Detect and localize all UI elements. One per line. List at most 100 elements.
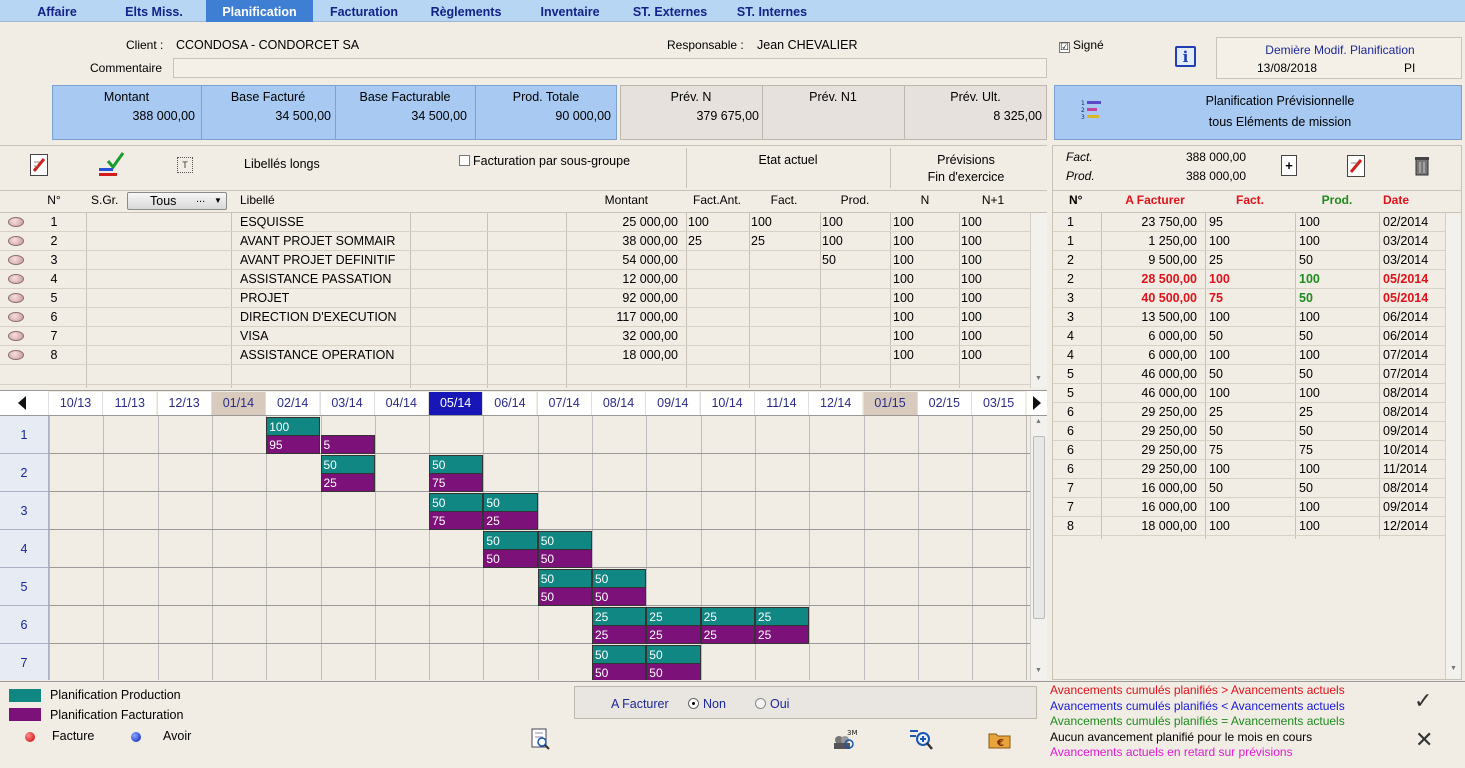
plan-row[interactable]: 4 6 000,00 100 100 07/2014 bbox=[1053, 346, 1445, 365]
fact-bar[interactable]: 50 bbox=[646, 663, 701, 680]
zoom-in-icon[interactable] bbox=[908, 728, 934, 750]
text-frame-icon[interactable]: T bbox=[177, 157, 193, 173]
tab-st-externes[interactable]: ST. Externes bbox=[624, 0, 716, 22]
fact-bar[interactable]: 75 bbox=[429, 473, 484, 492]
table-row[interactable]: 6 DIRECTION D'EXECUTION 117 000,00 100 100 bbox=[0, 308, 1030, 327]
comment-bubble-icon[interactable] bbox=[8, 274, 24, 284]
prod-bar[interactable]: 25 bbox=[754, 607, 810, 626]
gantt-scrollbar[interactable]: ▲ ▼ bbox=[1030, 416, 1047, 680]
signe-checkbox[interactable]: ☑ Signé bbox=[1059, 38, 1104, 53]
plan-row[interactable]: 3 40 500,00 75 50 05/2014 bbox=[1053, 289, 1445, 308]
month-11[interactable]: 09/14 bbox=[645, 392, 700, 415]
plan-row[interactable]: 4 6 000,00 50 50 06/2014 bbox=[1053, 327, 1445, 346]
scroll-thumb[interactable] bbox=[1033, 436, 1045, 619]
prod-bar[interactable]: 25 bbox=[592, 607, 647, 626]
tab-planification[interactable]: Planification bbox=[206, 0, 313, 22]
month-16[interactable]: 02/15 bbox=[916, 392, 971, 415]
edit-icon[interactable] bbox=[30, 154, 48, 176]
info-icon[interactable]: i bbox=[1175, 46, 1196, 67]
fact-bar[interactable]: 75 bbox=[429, 511, 484, 530]
prod-bar[interactable]: 50 bbox=[429, 493, 484, 512]
cancel-x-icon[interactable]: ✕ bbox=[1415, 727, 1433, 753]
prod-bar[interactable]: 50 bbox=[592, 569, 647, 588]
scroll-up-icon[interactable]: ▲ bbox=[1035, 418, 1042, 425]
radio-oui[interactable]: Oui bbox=[755, 697, 789, 711]
plan-prev-button[interactable]: 123 Planification Prévisionnelle tous El… bbox=[1054, 85, 1462, 140]
add-document-icon[interactable]: + bbox=[1281, 155, 1297, 176]
fact-bar[interactable]: 25 bbox=[483, 511, 538, 530]
comment-bubble-icon[interactable] bbox=[8, 350, 24, 360]
month-1[interactable]: 11/13 bbox=[102, 392, 157, 415]
table-scrollbar[interactable]: ▼ bbox=[1030, 213, 1047, 388]
fact-bar[interactable]: 50 bbox=[537, 549, 592, 568]
month-10[interactable]: 08/14 bbox=[591, 392, 645, 415]
planning-scrollbar[interactable]: ▼ bbox=[1445, 213, 1461, 679]
month-0[interactable]: 10/13 bbox=[48, 392, 102, 415]
month-9[interactable]: 07/14 bbox=[536, 392, 591, 415]
scroll-down-icon[interactable]: ▼ bbox=[1035, 375, 1042, 382]
plan-row[interactable]: 7 16 000,00 50 50 08/2014 bbox=[1053, 479, 1445, 498]
month-4[interactable]: 02/14 bbox=[265, 392, 320, 415]
scroll-down-icon[interactable]: ▼ bbox=[1035, 667, 1042, 674]
plan-row[interactable]: 6 29 250,00 50 50 09/2014 bbox=[1053, 422, 1445, 441]
prod-bar[interactable]: 25 bbox=[700, 607, 755, 626]
month-15[interactable]: 01/15 bbox=[862, 392, 917, 415]
table-row[interactable]: 1 ESQUISSE 25 000,00 100 100 100 100 100 bbox=[0, 213, 1030, 232]
month-5[interactable]: 03/14 bbox=[319, 392, 374, 415]
comment-bubble-icon[interactable] bbox=[8, 217, 24, 227]
trash-icon[interactable] bbox=[1413, 155, 1431, 176]
month-12[interactable]: 10/14 bbox=[699, 392, 754, 415]
fact-bar[interactable]: 5 bbox=[320, 435, 375, 454]
plan-row[interactable]: 5 46 000,00 100 100 08/2014 bbox=[1053, 384, 1445, 403]
fact-bar[interactable]: 25 bbox=[754, 625, 810, 644]
fact-bar[interactable]: 50 bbox=[483, 549, 538, 568]
plan-row[interactable]: 6 29 250,00 100 100 11/2014 bbox=[1053, 460, 1445, 479]
fact-bar[interactable]: 25 bbox=[700, 625, 755, 644]
month-2[interactable]: 12/13 bbox=[156, 392, 211, 415]
prod-bar[interactable]: 50 bbox=[320, 455, 375, 474]
tab-st-internes[interactable]: ST. Internes bbox=[730, 0, 814, 22]
prod-bar[interactable]: 50 bbox=[429, 455, 484, 474]
table-row[interactable]: 7 VISA 32 000,00 100 100 bbox=[0, 327, 1030, 346]
comment-bubble-icon[interactable] bbox=[8, 236, 24, 246]
timeline-next-button[interactable] bbox=[1027, 391, 1047, 416]
comment-bubble-icon[interactable] bbox=[8, 255, 24, 265]
table-row[interactable]: 4 ASSISTANCE PASSATION 12 000,00 100 100 bbox=[0, 270, 1030, 289]
prod-bar[interactable]: 25 bbox=[646, 607, 701, 626]
prod-bar[interactable]: 100 bbox=[266, 417, 321, 436]
plan-row[interactable]: 6 29 250,00 25 25 08/2014 bbox=[1053, 403, 1445, 422]
plan-row[interactable]: 1 23 750,00 95 100 02/2014 bbox=[1053, 213, 1445, 232]
prod-bar[interactable]: 50 bbox=[646, 645, 701, 664]
plan-row[interactable]: 6 29 250,00 75 75 10/2014 bbox=[1053, 441, 1445, 460]
fact-bar[interactable]: 95 bbox=[266, 435, 321, 454]
tab-affaire[interactable]: Affaire bbox=[18, 0, 96, 22]
table-row[interactable]: 3 AVANT PROJET DEFINITIF 54 000,00 50 100 100 bbox=[0, 251, 1030, 270]
month-3[interactable]: 01/14 bbox=[210, 392, 265, 415]
table-row[interactable]: 8 ASSISTANCE OPERATION 18 000,00 100 100 bbox=[0, 346, 1030, 365]
validate-list-icon[interactable] bbox=[98, 152, 126, 178]
scroll-down-icon[interactable]: ▼ bbox=[1450, 665, 1457, 672]
plan-row[interactable]: 2 28 500,00 100 100 05/2014 bbox=[1053, 270, 1445, 289]
tab-reglements[interactable]: Règlements bbox=[420, 0, 512, 22]
fact-bar[interactable]: 25 bbox=[320, 473, 375, 492]
plan-row[interactable]: 5 46 000,00 50 50 07/2014 bbox=[1053, 365, 1445, 384]
timeline-prev-button[interactable] bbox=[0, 391, 48, 416]
prod-bar[interactable]: 50 bbox=[537, 531, 592, 550]
plan-row[interactable]: 1 1 250,00 100 100 03/2014 bbox=[1053, 232, 1445, 251]
plan-row[interactable]: 8 18 000,00 100 100 12/2014 bbox=[1053, 517, 1445, 536]
comment-bubble-icon[interactable] bbox=[8, 293, 24, 303]
comment-bubble-icon[interactable] bbox=[8, 312, 24, 322]
month-7[interactable]: 05/14 bbox=[428, 392, 483, 415]
ok-check-icon[interactable]: ✓ bbox=[1414, 688, 1432, 714]
prod-bar[interactable]: 50 bbox=[537, 569, 592, 588]
edit-plan-icon[interactable] bbox=[1347, 155, 1365, 177]
commentaire-field[interactable] bbox=[173, 58, 1047, 78]
users-3m-icon[interactable]: 3M bbox=[832, 728, 858, 750]
fact-bar[interactable]: 50 bbox=[592, 663, 647, 680]
plan-row[interactable]: 7 16 000,00 100 100 09/2014 bbox=[1053, 498, 1445, 517]
tab-elts-miss[interactable]: Elts Miss. bbox=[108, 0, 200, 22]
month-17[interactable]: 03/15 bbox=[971, 392, 1026, 415]
fact-bar[interactable]: 25 bbox=[646, 625, 701, 644]
prod-bar[interactable]: 50 bbox=[483, 493, 538, 512]
month-13[interactable]: 11/14 bbox=[753, 392, 808, 415]
